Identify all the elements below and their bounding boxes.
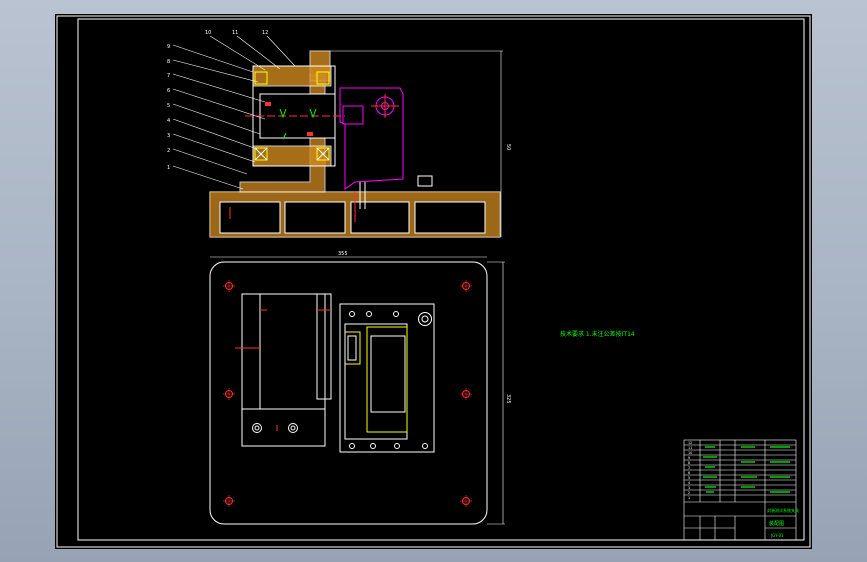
inner-border [77, 18, 805, 541]
technical-requirements-note: 技术要求 1.未注公差按IT14 [560, 330, 635, 338]
callout-number: 2 [167, 148, 170, 154]
socket-screws [349, 311, 428, 449]
plan-view[interactable]: 355 325 [209, 251, 511, 525]
part-row-number: 12 [688, 441, 692, 445]
socket-yellow-outline [366, 326, 408, 433]
section-view[interactable]: 50 1 2 3 4 5 6 7 8 9 10 11 12 [167, 30, 511, 238]
socket-inner [370, 335, 406, 413]
part-row-number: 1 [688, 496, 690, 500]
part-row-number: 9 [688, 456, 690, 460]
outer-border [56, 15, 811, 548]
cad-viewport[interactable]: 50 1 2 3 4 5 6 7 8 9 10 11 12 355 325 技术… [0, 0, 867, 562]
callout-number: 9 [167, 44, 170, 50]
mounting-holes [225, 282, 470, 505]
part-row-number: 11 [688, 446, 692, 450]
callout-number: 12 [262, 30, 268, 36]
part-row-number: 8 [688, 461, 690, 465]
part-row-number: 7 [688, 466, 690, 470]
part-row-number: 10 [688, 451, 692, 455]
base-pocket [414, 201, 486, 234]
base-pocket [284, 201, 346, 234]
sheet-label: 装配图 [769, 520, 784, 527]
callout-number: 10 [205, 30, 211, 36]
callout-number: 7 [167, 73, 170, 79]
dim-label-width: 355 [338, 251, 348, 257]
socket-body [339, 303, 435, 453]
part-row-number: 4 [688, 481, 690, 485]
cad-drawing[interactable]: 50 1 2 3 4 5 6 7 8 9 10 11 12 355 325 技术… [55, 14, 812, 549]
parts-list-numbers: 1 2 3 4 5 6 7 8 9 10 11 12 [688, 441, 692, 500]
sheet-code: JGY-01 [770, 533, 784, 538]
callout-number: 5 [167, 103, 170, 109]
bearing-red-marks [265, 102, 271, 106]
callout-number: 4 [167, 118, 170, 124]
socket-slot [345, 331, 361, 365]
callout-number: 11 [232, 30, 238, 36]
dim-label-plan-height: 325 [505, 394, 511, 404]
socket-knob-inner [421, 315, 429, 323]
drawing-title: 封装测试系统夹具 [767, 507, 799, 513]
plan-plate [209, 261, 488, 525]
part-row-number: 5 [688, 476, 690, 480]
socket-slot-inner [347, 335, 357, 361]
callout-number: 8 [167, 59, 170, 65]
magenta-slot [342, 105, 364, 125]
callout-number: 6 [167, 88, 170, 94]
part-row-number: 6 [688, 471, 690, 475]
dim-label-height: 50 [505, 144, 511, 150]
bearing-block-top [241, 293, 326, 447]
bearing-bottom-hatch [252, 145, 332, 167]
bearing-red-marks [307, 132, 313, 136]
socket-knob [418, 312, 432, 326]
callout-number: 1 [167, 165, 170, 171]
clamp-nut [417, 175, 433, 187]
drawing-sheet[interactable]: 50 1 2 3 4 5 6 7 8 9 10 11 12 355 325 技术… [55, 14, 812, 549]
bearing-top-hatch [252, 65, 332, 87]
socket-cavity [344, 323, 408, 440]
part-row-number: 3 [688, 486, 690, 490]
base-pocket [219, 201, 281, 234]
block-bolts [252, 423, 298, 433]
callout-number: 3 [167, 133, 170, 139]
part-row-number: 2 [688, 491, 690, 495]
parts-list-rows [684, 444, 796, 496]
